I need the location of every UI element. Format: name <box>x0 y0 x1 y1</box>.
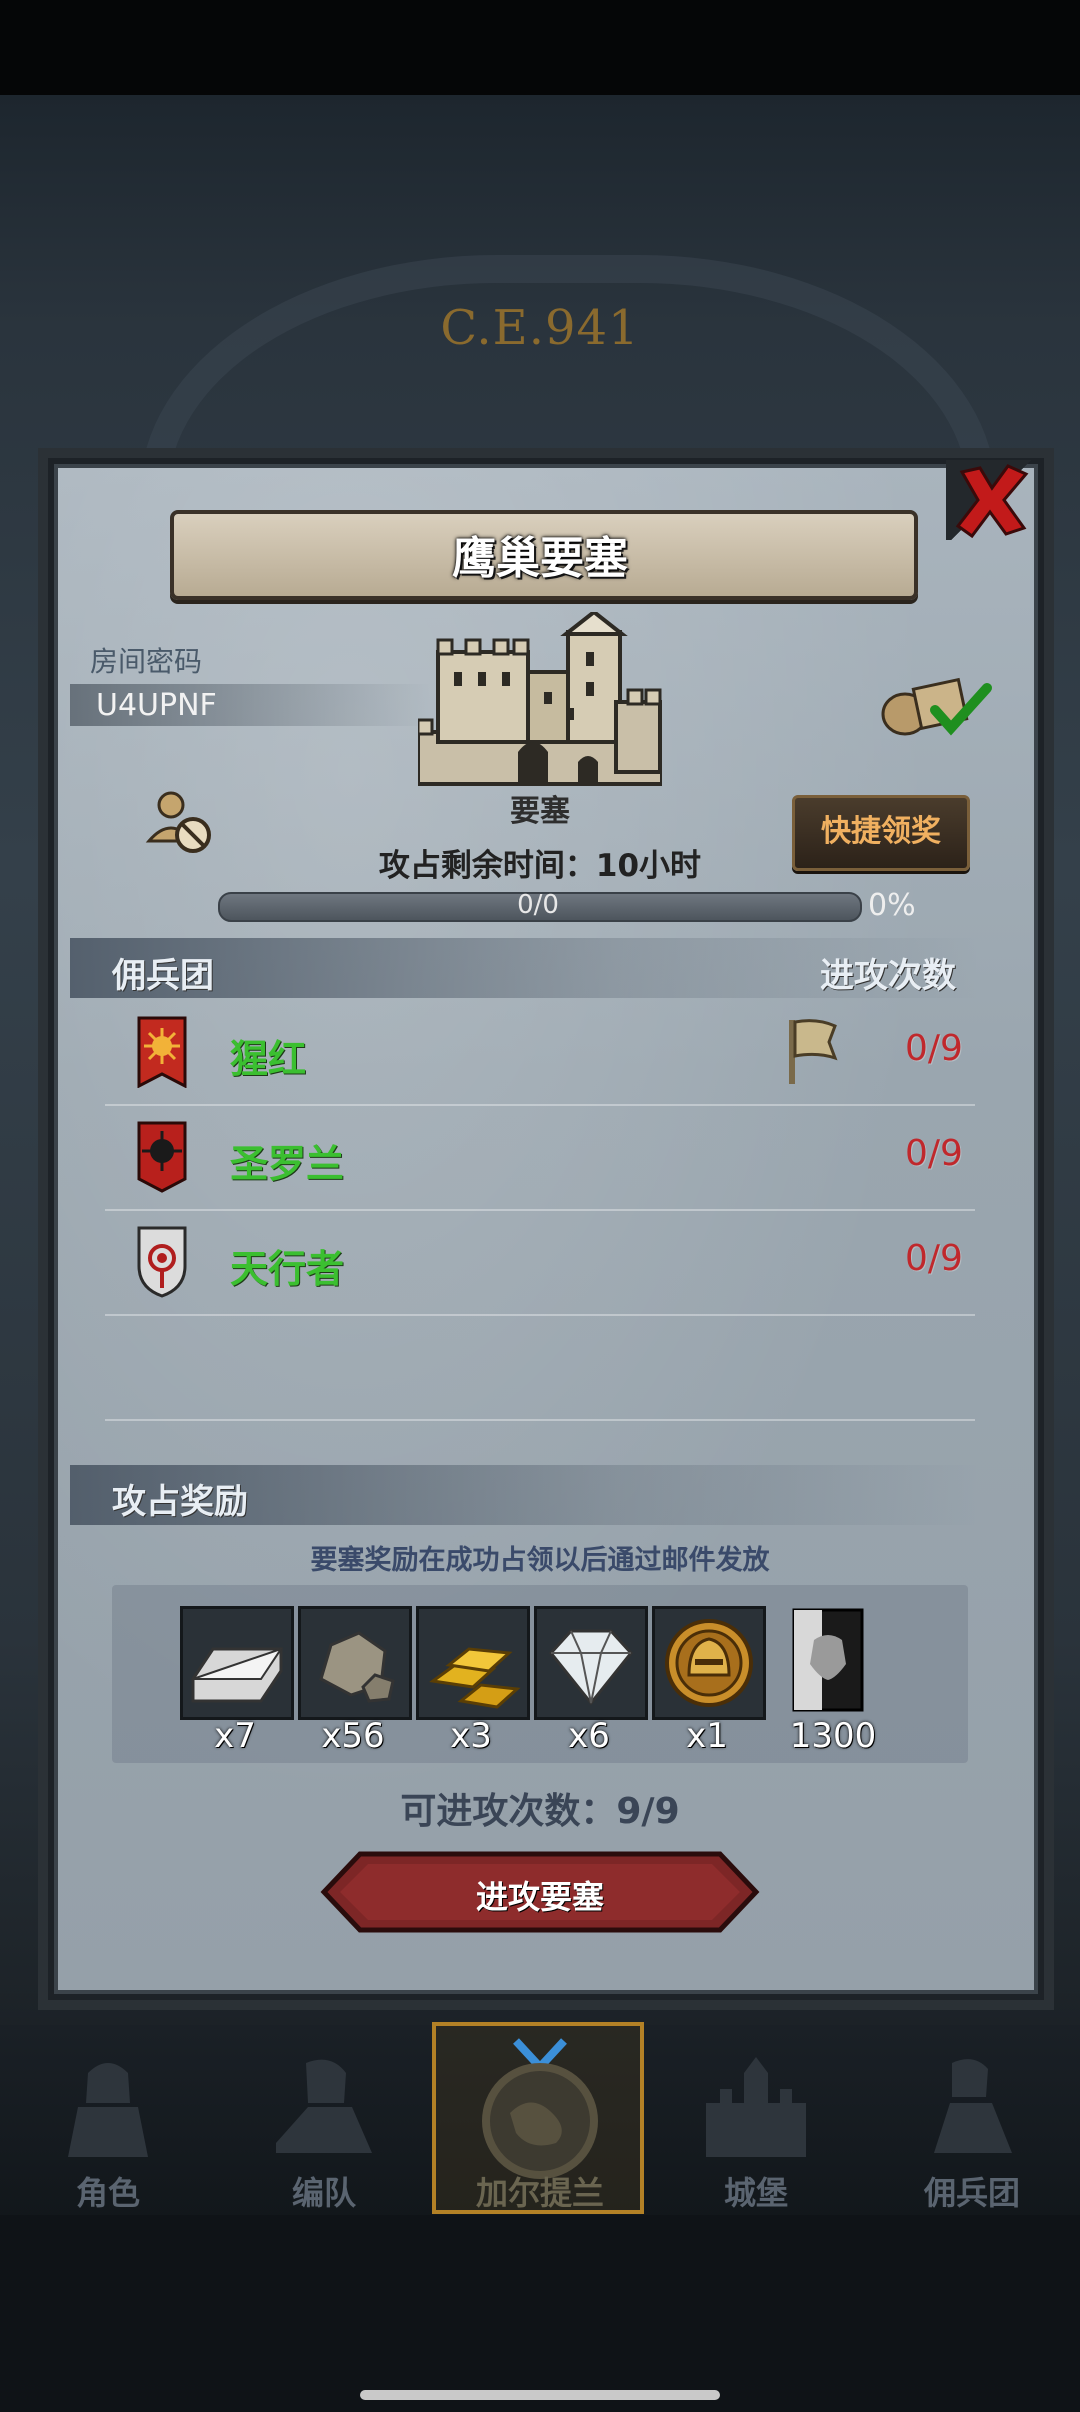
nav-label: 城堡 <box>723 2174 788 2212</box>
reward-item[interactable] <box>180 1606 294 1720</box>
reward-item[interactable] <box>534 1606 648 1720</box>
castle-label: 要塞 <box>510 794 570 829</box>
stone-icon <box>319 1631 395 1703</box>
castle-icon <box>418 612 662 786</box>
quick-claim-button[interactable]: 快捷领奖 <box>792 795 970 871</box>
world-map-icon <box>482 2038 598 2179</box>
mercenary-name: 天行者 <box>230 1247 345 1291</box>
attack-fortress-label: 进攻要塞 <box>475 1878 604 1916</box>
gold-bars-icon <box>429 1647 521 1709</box>
nav-label: 佣兵团 <box>923 2174 1020 2212</box>
reward-quantity: x1 <box>686 1716 728 1756</box>
scarlet-banner-icon <box>137 1016 187 1088</box>
mercenary-attack-count: 0/9 <box>905 1028 963 1069</box>
bottom-area <box>0 2215 1080 2412</box>
occupy-time-remaining: 攻占剩余时间：10小时 <box>300 840 780 885</box>
mercenary-attack-count: 0/9 <box>905 1238 963 1279</box>
reward-quantity: x3 <box>450 1716 492 1756</box>
reward-note: 要塞奖励在成功占领以后通过邮件发放 <box>310 1545 770 1576</box>
mercenary-attack-count: 0/9 <box>905 1133 963 1174</box>
home-indicator[interactable] <box>360 2390 720 2400</box>
occupy-progress-percent: 0% <box>868 888 916 923</box>
nav-label: 编队 <box>291 2174 356 2212</box>
flag-icon <box>789 1019 838 1084</box>
reward-quantity: x6 <box>568 1716 610 1756</box>
mercenary-name: 猩红 <box>230 1037 307 1081</box>
attack-count-header: 进攻次数 <box>820 956 956 996</box>
nav-label: 加尔提兰 <box>475 2174 604 2212</box>
attack-count-remaining: 可进攻次数：9/9 <box>400 1791 680 1832</box>
mercenary-icon <box>934 2059 1012 2153</box>
room-code-value: U4UPNF <box>96 688 217 723</box>
mercenary-row[interactable]: 圣罗兰 0/9 <box>105 1105 975 1211</box>
diamond-icon <box>549 1629 633 1706</box>
castle-icon <box>706 2057 806 2157</box>
close-icon <box>955 464 1029 539</box>
dialog-title: 鹰巢要塞 <box>452 533 628 584</box>
supply-claimed-icon <box>881 677 992 736</box>
status-bar-area <box>0 0 1080 95</box>
close-button[interactable] <box>946 460 1036 540</box>
honor-banner-icon <box>792 1608 864 1712</box>
mercenary-name: 圣罗兰 <box>230 1142 345 1186</box>
occupy-time-label: 攻占剩余时间： <box>378 848 596 884</box>
reward-quantity: x7 <box>214 1716 256 1756</box>
occupy-progress-count: 0/0 <box>517 890 559 920</box>
mercenary-row[interactable]: 猩红 0/9 <box>105 1000 975 1106</box>
helmet-medal-icon <box>665 1619 753 1707</box>
reward-item[interactable] <box>298 1606 412 1720</box>
reward-item[interactable] <box>652 1606 766 1720</box>
reward-item[interactable] <box>416 1606 530 1720</box>
skywalker-shield-icon <box>137 1226 187 1298</box>
silver-ingot-icon <box>191 1647 284 1703</box>
mercenary-row[interactable]: 天行者 0/9 <box>105 1210 975 1316</box>
occupy-time-value: 10小时 <box>595 848 702 884</box>
block-user-icon[interactable] <box>145 785 217 857</box>
reward-quantity: x56 <box>321 1716 385 1756</box>
reward-header: 攻占奖励 <box>112 1482 248 1522</box>
empty-mercenary-row <box>105 1315 975 1421</box>
reward-item[interactable] <box>790 1606 866 1714</box>
squad-icon <box>276 2059 372 2153</box>
mercenary-header: 佣兵团 <box>112 956 214 996</box>
saint-laurent-banner-icon <box>137 1121 187 1193</box>
reward-quantity: 1300 <box>789 1716 877 1756</box>
knight-icon <box>68 2063 148 2157</box>
room-code-label: 房间密码 <box>90 645 203 678</box>
era-label: C.E.941 <box>440 300 640 356</box>
nav-label: 角色 <box>75 2174 140 2212</box>
